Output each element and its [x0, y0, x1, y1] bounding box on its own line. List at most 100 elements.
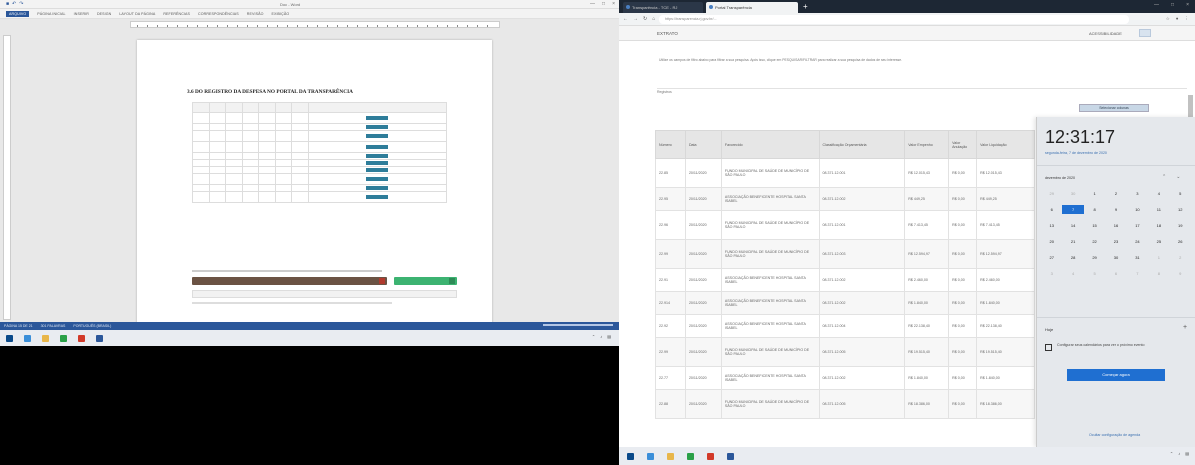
table-row[interactable]: 22.99 20/11/2020 FUNDO MUNICIPAL DE SAÚDE … — [655, 337, 1035, 367]
search-icon[interactable] — [647, 452, 654, 460]
ribbon-tab[interactable]: REVISÃO — [247, 12, 264, 16]
calendar-day[interactable]: 21 — [1062, 237, 1083, 246]
notification-icon[interactable]: ▤ — [607, 334, 611, 339]
save-icon[interactable]: ■ — [6, 1, 9, 7]
col-valor-anulacao[interactable]: Valor Anulação — [948, 130, 978, 159]
calendar-day[interactable]: 12 — [1170, 205, 1191, 214]
status-words[interactable]: 301 PALAVRAS — [41, 324, 66, 328]
app-icon[interactable] — [707, 452, 714, 460]
ribbon-tab[interactable]: INSERIR — [74, 12, 89, 16]
profile-icon[interactable]: ● — [1176, 16, 1179, 22]
col-favorecido[interactable]: Favorecido — [720, 130, 820, 159]
calendar-day[interactable]: 5 — [1084, 269, 1105, 278]
row-link-button[interactable] — [366, 125, 389, 129]
table-row[interactable]: 22.91 20/11/2020 ASSOCIAÇÃO BENEFICENTE HO… — [655, 268, 1035, 292]
chrome-icon[interactable] — [60, 334, 67, 342]
forward-icon[interactable]: → — [633, 16, 638, 22]
windows-start-icon[interactable] — [6, 334, 13, 342]
calendar-day[interactable]: 1 — [1084, 189, 1105, 198]
row-link-button[interactable] — [366, 116, 389, 120]
calendar-day[interactable]: 9 — [1105, 205, 1126, 214]
address-bar[interactable]: https://transparencia.rj.gov.br/... — [659, 15, 1129, 24]
word-icon[interactable] — [96, 334, 103, 342]
volume-icon[interactable]: ♪ — [1178, 451, 1180, 456]
col-classificacao[interactable]: Classificação Orçamentária — [818, 130, 906, 159]
maximize-icon[interactable]: □ — [1171, 2, 1174, 8]
col-valor-empenho[interactable]: Valor Empenho — [904, 130, 950, 159]
folder-icon[interactable] — [667, 452, 674, 460]
accessibility-link[interactable]: ACESSIBILIDADE — [1089, 31, 1122, 36]
browser-tab-2[interactable]: Portal Transparência — [706, 2, 798, 13]
calendar-day[interactable]: 11 — [1148, 205, 1169, 214]
table-row[interactable]: 22.96 20/11/2020 FUNDO MUNICIPAL DE SAÚDE … — [655, 210, 1035, 240]
table-row[interactable]: 22.85 20/11/2020 FUNDO MUNICIPAL DE SAÚDE … — [655, 158, 1035, 188]
table-row[interactable]: 22.77 20/11/2020 ASSOCIAÇÃO BENEFICENTE HO… — [655, 366, 1035, 390]
calendar-day[interactable]: 16 — [1105, 221, 1126, 230]
app-icon[interactable] — [78, 334, 85, 342]
ribbon-tab[interactable]: REFERÊNCIAS — [163, 12, 190, 16]
horizontal-ruler[interactable] — [130, 21, 500, 28]
calendar-day[interactable]: 10 — [1127, 205, 1148, 214]
minimize-icon[interactable]: — — [1154, 2, 1159, 8]
calendar-day[interactable]: 27 — [1041, 253, 1062, 262]
close-icon[interactable]: × — [1186, 2, 1189, 8]
calendar-day[interactable]: 26 — [1170, 237, 1191, 246]
calendar-day[interactable]: 13 — [1041, 221, 1062, 230]
row-link-button[interactable] — [366, 186, 389, 190]
col-data[interactable]: Data — [684, 130, 722, 159]
row-link-button[interactable] — [366, 145, 389, 149]
clock-date[interactable]: segunda-feira, 7 de dezembro de 2020 — [1045, 151, 1107, 155]
vertical-ruler[interactable] — [3, 35, 11, 320]
calendar-day[interactable]: 6 — [1041, 205, 1062, 214]
ribbon-tab[interactable]: ARQUIVO — [6, 10, 30, 17]
calendar-day[interactable]: 3 — [1041, 269, 1062, 278]
col-numero[interactable]: Número — [655, 130, 686, 159]
calendar-day[interactable]: 4 — [1148, 189, 1169, 198]
redo-icon[interactable]: ↷ — [19, 1, 23, 7]
add-event-icon[interactable]: + — [1183, 324, 1187, 331]
calendar-day[interactable]: 24 — [1127, 237, 1148, 246]
volume-icon[interactable]: ♪ — [600, 334, 602, 339]
table-row[interactable]: 22.88 20/11/2020 FUNDO MUNICIPAL DE SAÚDE … — [655, 389, 1035, 419]
calendar-day[interactable]: 2 — [1170, 253, 1191, 262]
windows-start-icon[interactable] — [627, 452, 634, 460]
ribbon-tab[interactable]: PÁGINA INICIAL — [37, 12, 65, 16]
row-link-button[interactable] — [366, 134, 389, 138]
calendar-day[interactable]: 5 — [1170, 189, 1191, 198]
status-page[interactable]: PÁGINA 15 DE 21 — [4, 324, 33, 328]
ribbon-tab[interactable]: LAYOUT DA PÁGINA — [119, 12, 155, 16]
calendar-day[interactable]: 8 — [1084, 205, 1105, 214]
calendar-day[interactable]: 8 — [1148, 269, 1169, 278]
calendar-day[interactable]: 2 — [1105, 189, 1126, 198]
undo-icon[interactable]: ↶ — [12, 1, 16, 7]
calendar-day[interactable]: 14 — [1062, 221, 1083, 230]
ribbon-tab[interactable]: CORRESPONDÊNCIAS — [198, 12, 239, 16]
browser-tab-1[interactable]: Transparência - TCE - RJ — [623, 2, 703, 13]
star-icon[interactable]: ☆ — [1166, 16, 1170, 22]
calendar-day[interactable]: 7 — [1062, 205, 1084, 214]
chevron-down-icon[interactable]: ⌄ — [1176, 174, 1180, 180]
calendar-day[interactable]: 4 — [1062, 269, 1083, 278]
calendar-day[interactable]: 15 — [1084, 221, 1105, 230]
calendar-day[interactable]: 1 — [1148, 253, 1169, 262]
zoom-slider[interactable] — [543, 324, 613, 326]
calendar-day[interactable]: 19 — [1170, 221, 1191, 230]
calendar-day[interactable]: 30 — [1105, 253, 1126, 262]
column-selector[interactable]: Selecionar colunas — [1079, 104, 1149, 112]
word-icon[interactable] — [727, 452, 734, 460]
calendar-month[interactable]: dezembro de 2020 — [1045, 176, 1075, 180]
calendar-day[interactable]: 9 — [1170, 269, 1191, 278]
close-icon[interactable]: × — [612, 1, 615, 7]
calendar-day[interactable]: 22 — [1084, 237, 1105, 246]
table-row[interactable]: 22.95 20/11/2020 ASSOCIAÇÃO BENEFICENTE HO… — [655, 187, 1035, 211]
back-icon[interactable]: ← — [623, 16, 628, 22]
maximize-icon[interactable]: □ — [602, 1, 605, 7]
new-tab-icon[interactable]: + — [803, 2, 808, 11]
calendar-day[interactable]: 23 — [1105, 237, 1126, 246]
calendar-day[interactable]: 6 — [1105, 269, 1126, 278]
table-row[interactable]: 22.99 20/11/2020 FUNDO MUNICIPAL DE SAÚDE … — [655, 239, 1035, 269]
notification-icon[interactable]: ▤ — [1185, 451, 1189, 456]
calendar-day[interactable]: 29 — [1041, 189, 1062, 198]
calendar-day[interactable]: 3 — [1127, 189, 1148, 198]
ribbon-tab[interactable]: DESIGN — [97, 12, 111, 16]
